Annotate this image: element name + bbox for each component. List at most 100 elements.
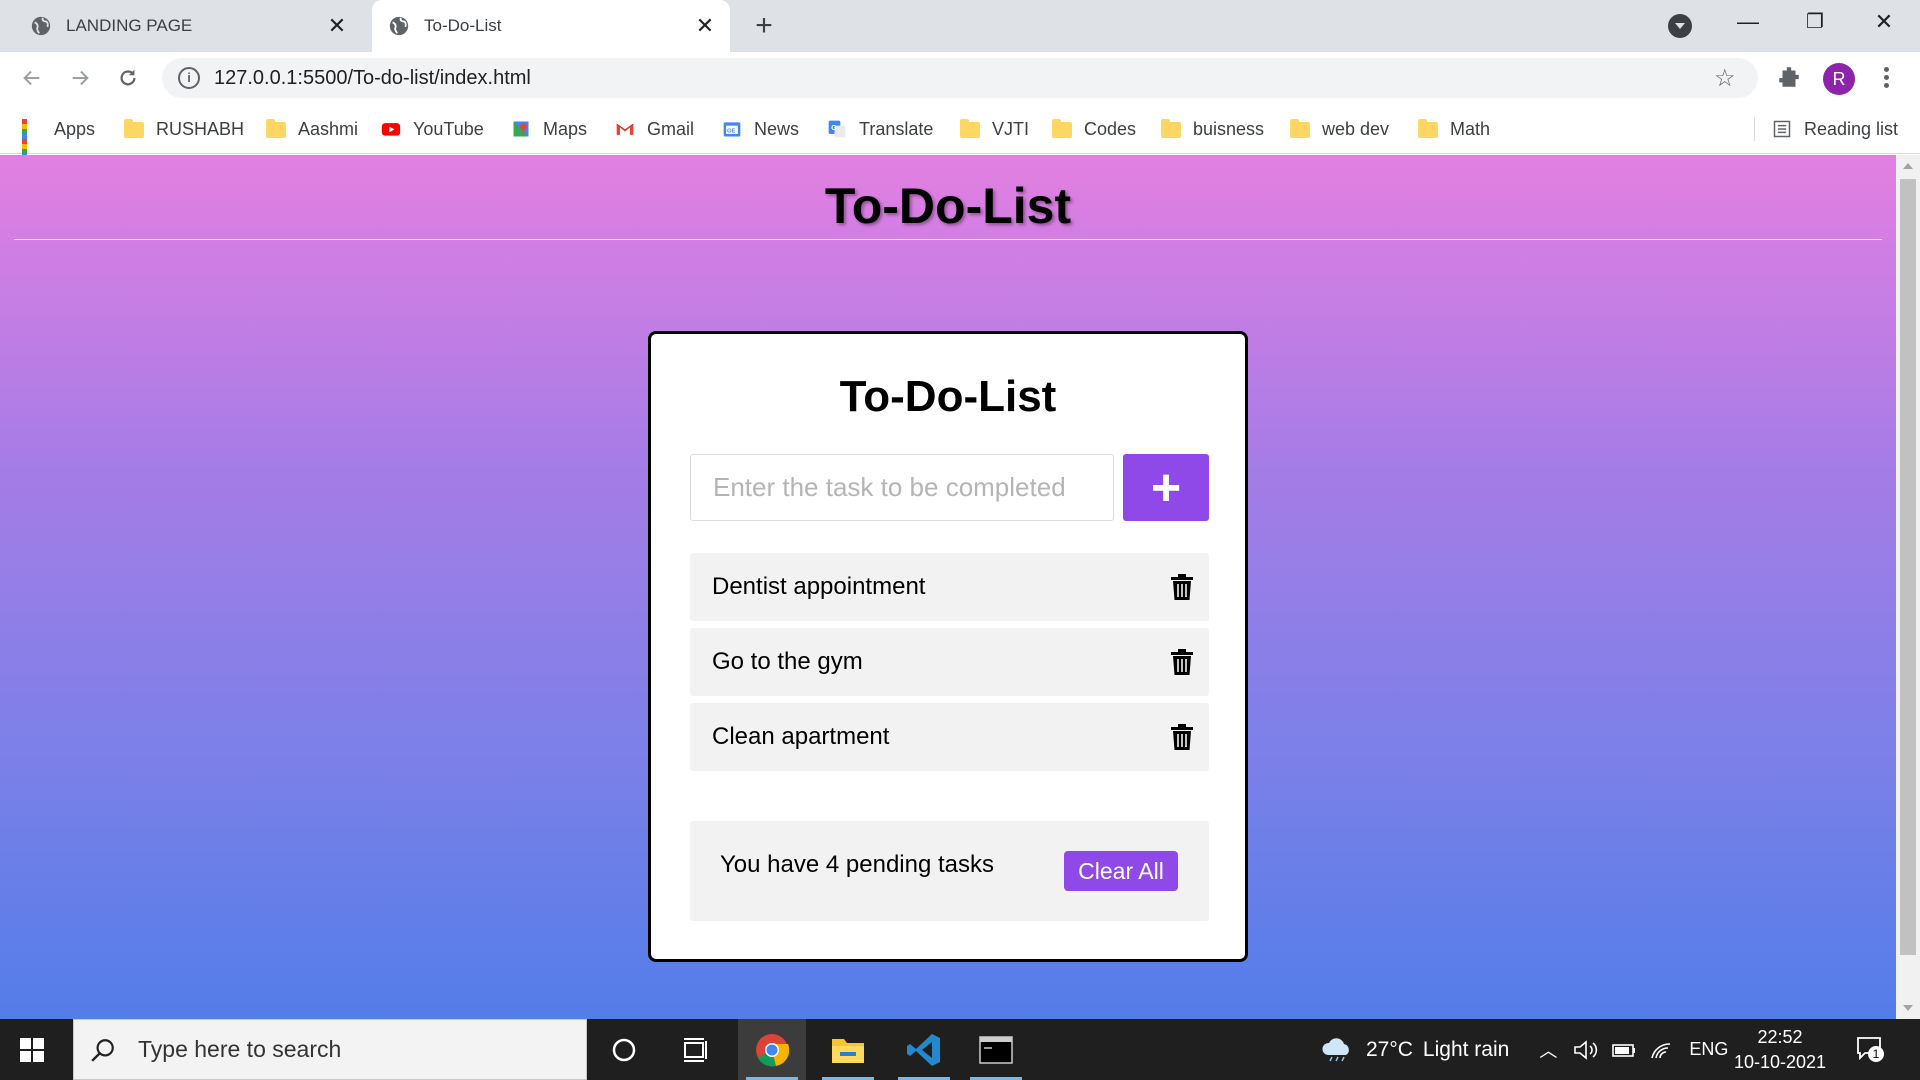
bookmark-web-dev[interactable]: web dev	[1290, 114, 1389, 144]
bookmark-label: Maps	[543, 118, 588, 139]
folder-icon	[1052, 119, 1072, 138]
bookmark-gmail[interactable]: Gmail	[615, 114, 694, 144]
taskbar-clock[interactable]: 22:52 10-10-2021	[1720, 1025, 1840, 1075]
bookmark-label: News	[754, 118, 800, 139]
bookmark-label: Gmail	[647, 118, 695, 139]
file-explorer-icon[interactable]	[814, 1019, 882, 1080]
folder-icon	[266, 119, 286, 138]
clear-all-button[interactable]: Clear All	[1064, 851, 1178, 891]
apps-grid-icon	[22, 119, 42, 164]
gmail-icon	[616, 123, 634, 135]
bookmark-math[interactable]: Math	[1418, 114, 1490, 144]
address-bar[interactable]: i 127.0.0.1:5500/To-do-list/index.html ☆	[162, 58, 1758, 98]
globe-icon	[31, 16, 51, 36]
new-tab-button[interactable]: +	[748, 10, 780, 42]
windows-taskbar: Type here to search 27°C Light rain ︿ EN…	[0, 1019, 1920, 1080]
svg-text:G: G	[831, 123, 837, 132]
chevron-up-icon[interactable]: ︿	[1539, 1037, 1557, 1063]
bookmark-label: VJTI	[992, 118, 1030, 139]
reading-list-icon	[1773, 120, 1791, 138]
extensions-icon[interactable]	[1776, 64, 1802, 90]
restore-button[interactable]: ❐	[1795, 6, 1835, 38]
weather-desc[interactable]: Light rain	[1423, 1038, 1509, 1062]
header-divider	[14, 239, 1882, 240]
tab-search-icon[interactable]	[1668, 14, 1692, 38]
bookmark-youtube[interactable]: YouTube	[381, 114, 484, 144]
site-info-icon[interactable]: i	[178, 67, 200, 89]
profile-avatar[interactable]: R	[1823, 63, 1855, 95]
bookmark-label: Aashmi	[298, 118, 359, 139]
search-icon	[91, 1038, 114, 1062]
task-input[interactable]	[690, 454, 1114, 521]
bookmark-maps[interactable]: Maps	[511, 114, 587, 144]
terminal-icon[interactable]	[962, 1019, 1030, 1080]
reading-list-label: Reading list	[1804, 118, 1899, 139]
trash-icon[interactable]	[1171, 649, 1193, 675]
forward-icon[interactable]	[64, 62, 96, 94]
back-icon[interactable]	[16, 62, 48, 94]
task-item[interactable]: Clean apartment	[690, 703, 1209, 771]
youtube-icon	[381, 123, 401, 136]
bookmark-apps[interactable]: Apps	[22, 114, 95, 164]
scroll-down-icon[interactable]	[1903, 1005, 1913, 1011]
close-tab-icon[interactable]: ✕	[690, 11, 720, 41]
folder-icon	[960, 119, 980, 138]
vscode-icon[interactable]	[890, 1019, 958, 1080]
task-item[interactable]: Dentist appointment	[690, 553, 1209, 621]
news-icon: GE	[723, 122, 741, 137]
bookmarks-bar: Apps RUSHABH Aashmi YouTube Maps Gmail G…	[0, 104, 1920, 164]
search-placeholder: Type here to search	[138, 1036, 342, 1062]
maps-icon	[513, 121, 529, 137]
bookmark-star-icon[interactable]: ☆	[1714, 64, 1744, 93]
close-window-button[interactable]: ✕	[1864, 6, 1904, 38]
translate-icon: G	[828, 120, 846, 138]
wifi-icon[interactable]	[1649, 1039, 1675, 1061]
task-view-icon[interactable]	[662, 1019, 730, 1080]
bookmark-codes[interactable]: Codes	[1052, 114, 1136, 144]
bookmark-label: Codes	[1084, 118, 1137, 139]
bookmark-rushabh[interactable]: RUSHABH	[124, 114, 244, 144]
folder-icon	[1161, 119, 1181, 138]
tab-landing-page[interactable]: LANDING PAGE ✕	[14, 0, 362, 52]
menu-icon[interactable]	[1880, 64, 1892, 94]
volume-icon[interactable]	[1573, 1039, 1599, 1061]
weather-temp[interactable]: 27°C	[1366, 1038, 1413, 1062]
trash-icon[interactable]	[1171, 724, 1193, 750]
tab-label: To-Do-List	[424, 16, 502, 35]
cortana-icon[interactable]	[590, 1019, 658, 1080]
battery-icon[interactable]	[1611, 1039, 1637, 1061]
bookmark-label: Translate	[859, 118, 934, 139]
task-item[interactable]: Go to the gym	[690, 628, 1209, 696]
chrome-taskbar-icon[interactable]	[738, 1019, 806, 1080]
clock-time: 22:52	[1757, 1027, 1803, 1047]
reading-list-button[interactable]: Reading list	[1772, 114, 1898, 144]
add-task-button[interactable]: +	[1123, 454, 1209, 521]
bookmarks-divider	[1754, 117, 1755, 141]
browser-toolbar: i 127.0.0.1:5500/To-do-list/index.html ☆	[0, 52, 1920, 104]
minimize-button[interactable]: —	[1728, 6, 1768, 38]
bookmark-buisness[interactable]: buisness	[1161, 114, 1264, 144]
task-text: Clean apartment	[712, 723, 890, 750]
bookmark-label: YouTube	[413, 118, 484, 139]
reload-icon[interactable]	[112, 62, 144, 94]
bookmark-vjti[interactable]: VJTI	[960, 114, 1029, 144]
windows-start-icon[interactable]	[20, 1038, 44, 1062]
page-scrollbar[interactable]	[1896, 155, 1920, 1019]
system-tray: 27°C Light rain ︿ ENG	[1320, 1019, 1728, 1080]
url-text[interactable]: 127.0.0.1:5500/To-do-list/index.html	[214, 67, 1714, 90]
pending-count-text: You have 4 pending tasks	[720, 851, 994, 878]
tab-label: LANDING PAGE	[66, 16, 193, 35]
card-footer: You have 4 pending tasks Clear All	[690, 821, 1209, 921]
notification-center-icon[interactable]: 1	[1856, 1036, 1884, 1062]
bookmark-label: buisness	[1193, 118, 1265, 139]
tab-to-do-list[interactable]: To-Do-List ✕	[372, 0, 730, 52]
bookmark-translate[interactable]: G Translate	[827, 114, 933, 144]
page-viewport: To-Do-List To-Do-List + Dentist appointm…	[0, 155, 1896, 1019]
scroll-thumb[interactable]	[1900, 179, 1916, 955]
taskbar-search[interactable]: Type here to search	[73, 1019, 587, 1080]
close-tab-icon[interactable]: ✕	[322, 11, 352, 41]
bookmark-news[interactable]: GE News	[722, 114, 799, 144]
bookmark-aashmi[interactable]: Aashmi	[266, 114, 358, 144]
scroll-up-icon[interactable]	[1903, 163, 1913, 169]
trash-icon[interactable]	[1171, 574, 1193, 600]
